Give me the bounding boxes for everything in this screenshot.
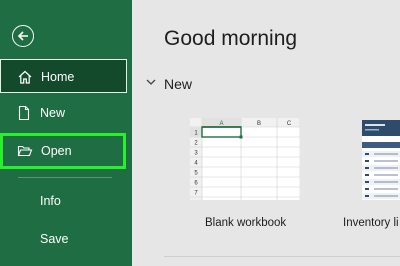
chevron-down-icon[interactable] — [146, 77, 156, 87]
column-header: B — [257, 121, 261, 127]
page-title: Good morning — [164, 27, 298, 50]
sidebar-divider — [18, 177, 112, 178]
section-title: New — [164, 76, 193, 92]
column-header: C — [287, 121, 292, 127]
sidebar-item-new[interactable]: New — [0, 96, 127, 130]
sidebar-item-label: Home — [41, 70, 75, 84]
sidebar-item-label: New — [40, 106, 66, 120]
sidebar-item-open[interactable]: Open — [0, 133, 126, 169]
inventory-template-icon — [362, 120, 400, 199]
template-label-inventory[interactable]: Inventory li — [343, 217, 399, 229]
sidebar-item-info[interactable]: Info — [40, 194, 61, 208]
spreadsheet-grid-icon: A B C 1 2 3 4 5 6 7 — [190, 118, 301, 208]
folder-open-icon — [17, 145, 33, 157]
section-divider — [164, 256, 400, 257]
template-label-blank[interactable]: Blank workbook — [205, 217, 286, 229]
sidebar-item-home[interactable]: Home — [0, 59, 127, 93]
sidebar-item-save[interactable]: Save — [40, 232, 69, 246]
back-button[interactable] — [12, 25, 34, 47]
column-header: A — [219, 121, 223, 127]
main-pane: Good morning New A B C 1 2 3 4 5 6 7 Bla… — [132, 0, 400, 266]
new-document-icon — [18, 105, 30, 121]
back-arrow-icon — [17, 31, 28, 41]
sidebar-item-label: Open — [41, 144, 72, 158]
home-icon — [18, 70, 32, 84]
blank-workbook-thumbnail[interactable]: A B C 1 2 3 4 5 6 7 — [190, 118, 301, 208]
backstage-sidebar: Home New Open Info Save — [0, 0, 132, 266]
inventory-list-thumbnail[interactable] — [362, 120, 400, 200]
